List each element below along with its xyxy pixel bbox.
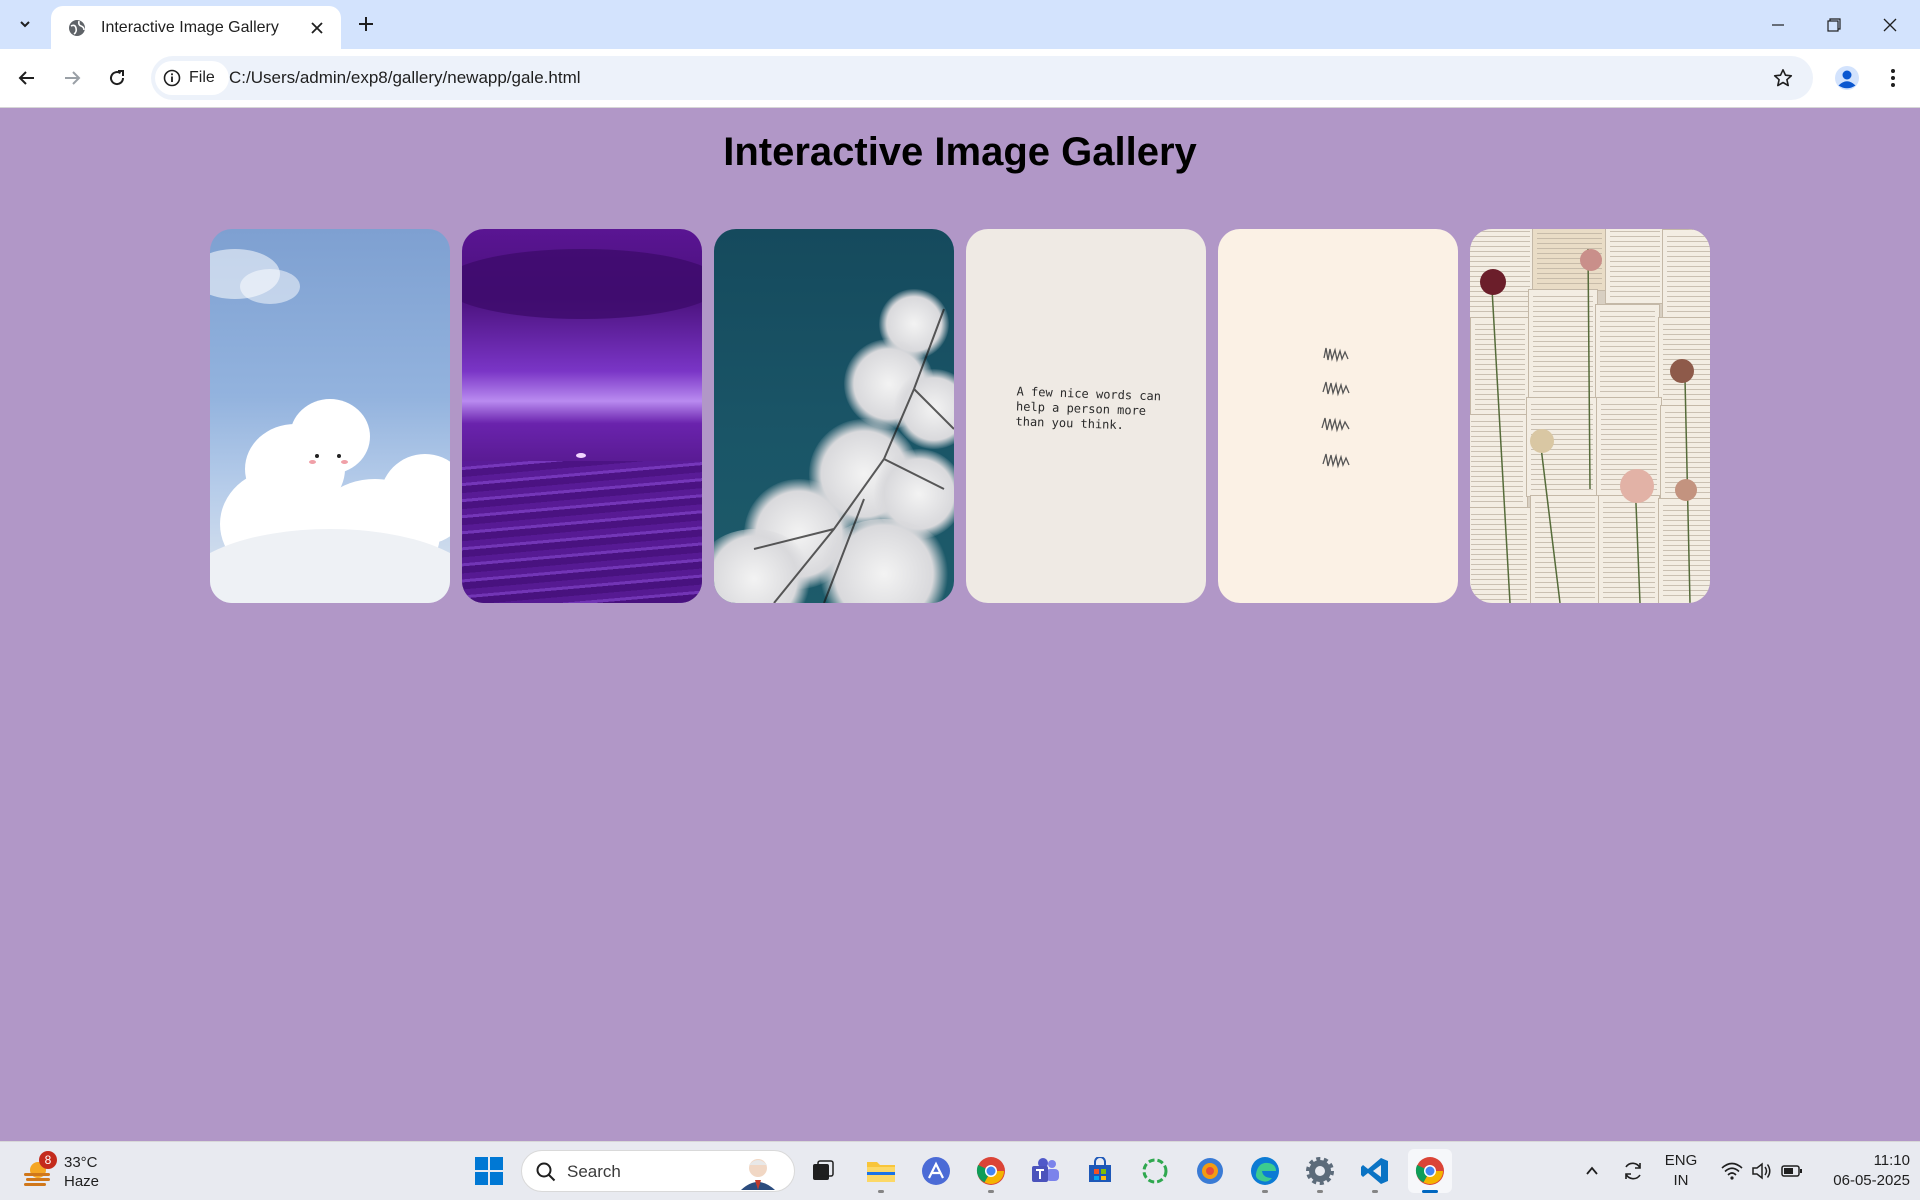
url-text[interactable]: C:/Users/admin/exp8/gallery/newapp/gale.…: [229, 56, 581, 100]
restore-button[interactable]: [1806, 0, 1862, 49]
vscode-button[interactable]: [1353, 1149, 1397, 1193]
browser-toolbar: File C:/Users/admin/exp8/gallery/newapp/…: [0, 49, 1920, 108]
vector-app-button[interactable]: [914, 1149, 958, 1193]
gallery-image-white-blossoms[interactable]: [714, 229, 954, 603]
search-highlight-icon: [741, 1159, 775, 1190]
running-indicator: [1317, 1190, 1323, 1193]
close-tab-button[interactable]: [303, 14, 331, 42]
task-view-button[interactable]: [801, 1149, 845, 1193]
edge-button[interactable]: [1243, 1149, 1287, 1193]
language-region: IN: [1673, 1172, 1689, 1189]
info-icon: [163, 69, 181, 87]
folder-icon: [867, 1162, 895, 1182]
settings-button[interactable]: [1298, 1149, 1342, 1193]
gallery-image-sky-clouds[interactable]: [210, 229, 450, 603]
chrome-icon: [976, 1157, 1005, 1185]
tab-title: Interactive Image Gallery: [101, 18, 279, 36]
weather-condition: Haze: [64, 1173, 100, 1190]
show-hidden-icons-button[interactable]: [1570, 1149, 1614, 1193]
globe-icon: [69, 19, 85, 36]
media-app-icon: [1197, 1158, 1223, 1184]
chevron-up-icon: [1586, 1166, 1598, 1175]
running-indicator: [878, 1190, 884, 1193]
address-bar[interactable]: File C:/Users/admin/exp8/gallery/newapp/…: [151, 56, 1813, 100]
profile-button[interactable]: [1829, 60, 1865, 96]
plus-icon: [359, 17, 373, 31]
taskbar-search[interactable]: Search: [521, 1150, 795, 1192]
reload-icon: [110, 70, 125, 86]
arrow-left-icon: [18, 71, 34, 85]
task-view-icon: [813, 1160, 834, 1180]
back-button[interactable]: [9, 60, 45, 96]
minimize-button[interactable]: [1750, 0, 1806, 49]
media-app-button[interactable]: [1188, 1149, 1232, 1193]
minimize-icon: [1772, 23, 1784, 26]
tab-strip: Interactive Image Gallery: [0, 0, 1920, 49]
wifi-icon: [1721, 1162, 1743, 1180]
store-icon: [1089, 1157, 1111, 1182]
circular-arrows-icon: [1142, 1158, 1168, 1184]
bookmark-button[interactable]: [1765, 60, 1801, 96]
triangle-app-icon: [922, 1157, 950, 1185]
sync-icon: [1625, 1162, 1641, 1180]
battery-icon: [1781, 1165, 1802, 1177]
quick-settings-button[interactable]: [1712, 1149, 1812, 1193]
note-text: A few nice words can help a person more …: [1015, 384, 1162, 433]
language-code: ENG: [1664, 1152, 1698, 1169]
site-info-chip[interactable]: File: [155, 61, 229, 95]
tab-active[interactable]: Interactive Image Gallery: [51, 6, 341, 49]
sync-status-button[interactable]: [1611, 1149, 1655, 1193]
vscode-icon: [1361, 1158, 1388, 1184]
gear-icon: [1306, 1157, 1334, 1185]
site-info-label: File: [189, 69, 215, 86]
teams-button[interactable]: [1023, 1149, 1067, 1193]
clock[interactable]: 11:10 06-05-2025: [1810, 1152, 1910, 1189]
chrome-active-button[interactable]: [1408, 1149, 1452, 1193]
reload-button[interactable]: [99, 60, 135, 96]
running-indicator: [1372, 1190, 1378, 1193]
close-window-button[interactable]: [1862, 0, 1918, 49]
new-tab-button[interactable]: [350, 8, 382, 40]
weather-temperature: 33°C: [64, 1154, 98, 1171]
chrome-button[interactable]: [969, 1149, 1013, 1193]
tab-search-button[interactable]: [7, 8, 43, 40]
microsoft-store-button[interactable]: [1078, 1149, 1122, 1193]
forward-button[interactable]: [54, 60, 90, 96]
running-indicator: [1262, 1190, 1268, 1193]
start-button[interactable]: [467, 1149, 511, 1193]
image-gallery: A few nice words can help a person more …: [210, 229, 1710, 603]
gallery-image-purple-sea[interactable]: [462, 229, 702, 603]
search-label: Search: [567, 1162, 621, 1181]
close-icon: [1883, 18, 1897, 31]
chevron-down-icon: [20, 21, 30, 28]
sync-app-button[interactable]: [1133, 1149, 1177, 1193]
profile-icon: [1835, 66, 1859, 90]
volume-icon: [1752, 1162, 1771, 1180]
active-indicator: [1422, 1190, 1438, 1193]
gallery-image-cream-scribbles[interactable]: [1218, 229, 1458, 603]
teams-icon: [1032, 1158, 1059, 1182]
windows-icon: [475, 1157, 503, 1185]
search-icon: [536, 1162, 556, 1182]
close-icon: [311, 21, 323, 34]
running-indicator: [988, 1190, 994, 1193]
star-icon: [1773, 69, 1793, 87]
more-vertical-icon: [1891, 69, 1895, 87]
gallery-image-books-and-flowers[interactable]: [1470, 229, 1710, 603]
weather-widget[interactable]: 8 33°C Haze: [22, 1151, 112, 1193]
menu-button[interactable]: [1875, 60, 1911, 96]
gallery-image-handwritten-note[interactable]: A few nice words can help a person more …: [966, 229, 1206, 603]
clock-time: 11:10: [1873, 1152, 1910, 1169]
clock-date: 06-05-2025: [1833, 1172, 1910, 1189]
chrome-icon: [1415, 1157, 1444, 1185]
page-title: Interactive Image Gallery: [723, 130, 1197, 174]
taskbar: 8 33°C Haze Search ENG IN 11:10 06-05-20…: [0, 1141, 1920, 1200]
file-explorer-button[interactable]: [859, 1149, 903, 1193]
notification-badge: 8: [39, 1151, 57, 1169]
arrow-right-icon: [65, 71, 81, 85]
restore-icon: [1827, 17, 1841, 32]
language-indicator[interactable]: ENG IN: [1660, 1152, 1702, 1189]
edge-icon: [1251, 1157, 1279, 1185]
